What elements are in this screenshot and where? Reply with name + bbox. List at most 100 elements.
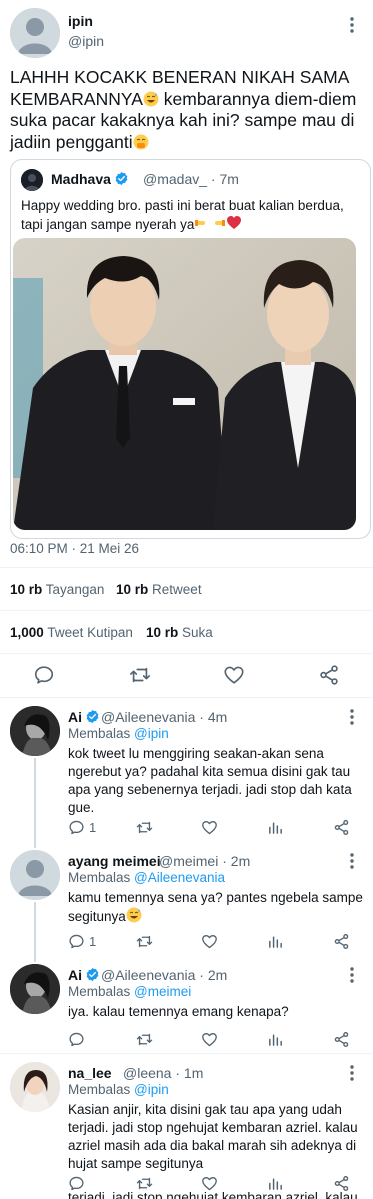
replying-to-handle[interactable]: @meimei xyxy=(134,984,191,999)
replying-to-handle[interactable]: @ipin xyxy=(134,1082,169,1097)
views-stat[interactable]: 10 rb Tayangan xyxy=(10,582,104,597)
retweet-icon[interactable] xyxy=(129,664,151,686)
quoted-tweet-photo[interactable] xyxy=(13,238,356,530)
share-icon[interactable] xyxy=(333,818,350,836)
retweet-icon[interactable] xyxy=(136,818,153,836)
reply-author-name[interactable]: ayang meimei xyxy=(68,853,161,869)
reply-author-name-text: Ai xyxy=(68,967,82,983)
more-options-icon[interactable] xyxy=(349,853,355,869)
retweets-count: 10 rb xyxy=(116,582,149,597)
reply-text: iya. kalau temennya emang kenapa? xyxy=(68,1004,289,1019)
quoted-author-name-text: Madhava xyxy=(51,171,111,187)
like-heart-icon[interactable] xyxy=(223,664,245,686)
author-handle[interactable]: @ipin xyxy=(68,33,104,49)
divider xyxy=(0,567,373,568)
quoted-author-name[interactable]: Madhava xyxy=(51,171,129,187)
reply-handle-and-time[interactable]: @Aileenevania · 2m xyxy=(101,967,227,983)
quote-tweets-stat[interactable]: 1,000 Tweet Kutipan xyxy=(10,625,133,640)
reply-actions-bar xyxy=(68,1030,363,1050)
retweet-icon[interactable] xyxy=(136,1030,153,1048)
quoted-tweet-text: Happy wedding bro. pasti ini berat buat … xyxy=(21,197,366,233)
more-options-icon[interactable] xyxy=(349,17,355,33)
tweet-actions-bar xyxy=(0,660,373,694)
reply-text: kamu temennya sena ya? pantes ngebela sa… xyxy=(68,889,363,926)
retweets-stat[interactable]: 10 rb Retweet xyxy=(116,582,202,597)
reply-author-name-text: Ai xyxy=(68,709,82,725)
likes-stat[interactable]: 10 rb Suka xyxy=(146,625,213,640)
hand-over-mouth-emoji xyxy=(133,134,149,150)
reply-author-name[interactable]: Ai xyxy=(68,967,100,983)
divider xyxy=(0,697,373,698)
reply-avatar[interactable] xyxy=(10,964,60,1014)
verified-badge-icon xyxy=(114,171,129,186)
like-heart-icon[interactable] xyxy=(201,932,218,950)
replying-to: Membalas @ipin xyxy=(68,1082,169,1097)
divider xyxy=(0,610,373,611)
reply-time: · 2m xyxy=(199,967,228,983)
quoted-text-body: Happy wedding bro. pasti ini berat buat … xyxy=(21,198,344,232)
more-options-icon[interactable] xyxy=(349,967,355,983)
thread-connector-line xyxy=(34,902,36,962)
reply-author-name[interactable]: Ai xyxy=(68,709,100,725)
reply-handle: @Aileenevania xyxy=(101,709,196,725)
more-options-icon[interactable] xyxy=(349,709,355,725)
reply-handle: @meimei xyxy=(159,853,219,869)
retweet-icon[interactable] xyxy=(136,932,153,950)
reply-text: kok tweet lu menggiring seakan-akan sena… xyxy=(68,746,352,815)
handshake-left-emoji xyxy=(194,215,210,231)
reply-count: 1 xyxy=(89,819,97,835)
reply-icon[interactable] xyxy=(68,1030,85,1048)
replying-label: Membalas xyxy=(68,726,131,741)
reply-icon xyxy=(69,934,84,948)
share-icon[interactable] xyxy=(333,932,350,950)
cut-off-reply-text: terjadi. jadi stop ngehujat kembaran azr… xyxy=(68,1190,358,1199)
reply-time: · 2m xyxy=(222,853,251,869)
analytics-icon[interactable] xyxy=(267,932,284,950)
replying-to-handle[interactable]: @ipin xyxy=(134,726,169,741)
replying-to: Membalas @meimei xyxy=(68,984,191,999)
quoted-tweet-card[interactable]: Madhava @madav_ · 7m Happy wedding bro. … xyxy=(10,159,371,539)
reply-text: Kasian anjir, kita disini gak tau apa ya… xyxy=(68,1102,358,1171)
retweets-label: Retweet xyxy=(152,582,202,597)
tweet-header: ipin @ipin xyxy=(0,0,373,64)
analytics-icon[interactable] xyxy=(267,1030,284,1048)
reply-icon[interactable] xyxy=(33,664,55,686)
more-options-icon[interactable] xyxy=(349,1065,355,1081)
reply-text-body: kamu temennya sena ya? pantes ngebela sa… xyxy=(68,890,363,924)
handshake-right-emoji xyxy=(210,215,226,231)
likes-label: Suka xyxy=(182,625,213,640)
quoted-author-handle-and-time[interactable]: @madav_ · 7m xyxy=(143,171,239,187)
reply-author-name[interactable]: na_lee xyxy=(68,1065,112,1081)
quoted-author-handle: @madav_ xyxy=(143,171,208,187)
replying-to: Membalas @ipin xyxy=(68,726,169,741)
author-name[interactable]: ipin xyxy=(68,13,93,29)
quoted-author-avatar[interactable] xyxy=(21,169,43,191)
reply-actions-bar: 1 xyxy=(68,818,363,838)
verified-badge-icon xyxy=(85,967,100,982)
share-icon[interactable] xyxy=(333,1030,350,1048)
red-heart-emoji xyxy=(226,215,242,231)
reply-count: 1 xyxy=(89,933,97,949)
author-avatar[interactable] xyxy=(10,8,60,58)
reply-avatar[interactable] xyxy=(10,706,60,756)
replying-label: Membalas xyxy=(68,1082,131,1097)
tweet-timestamp[interactable]: 06:10 PM · 21 Mei 26 xyxy=(10,541,139,556)
analytics-icon[interactable] xyxy=(267,818,284,836)
grinning-sweat-emoji xyxy=(126,907,142,923)
reply-button[interactable]: 1 xyxy=(68,932,96,950)
replying-to: Membalas @Aileenevania xyxy=(68,870,225,885)
replying-to-handle[interactable]: @Aileenevania xyxy=(134,870,225,885)
reply-handle-and-time[interactable]: @meimei · 2m xyxy=(159,853,250,869)
quotes-label: Tweet Kutipan xyxy=(47,625,133,640)
share-icon[interactable] xyxy=(318,664,340,686)
verified-badge-icon xyxy=(85,709,100,724)
like-heart-icon[interactable] xyxy=(201,1030,218,1048)
reply-handle-and-time[interactable]: @leena · 1m xyxy=(123,1065,203,1081)
reply-button[interactable]: 1 xyxy=(68,818,96,836)
reply-avatar[interactable] xyxy=(10,1062,60,1112)
like-heart-icon[interactable] xyxy=(201,818,218,836)
reply-avatar[interactable] xyxy=(10,850,60,900)
reply-handle-and-time[interactable]: @Aileenevania · 4m xyxy=(101,709,227,725)
reply-time: · 4m xyxy=(199,709,228,725)
views-count: 10 rb xyxy=(10,582,43,597)
